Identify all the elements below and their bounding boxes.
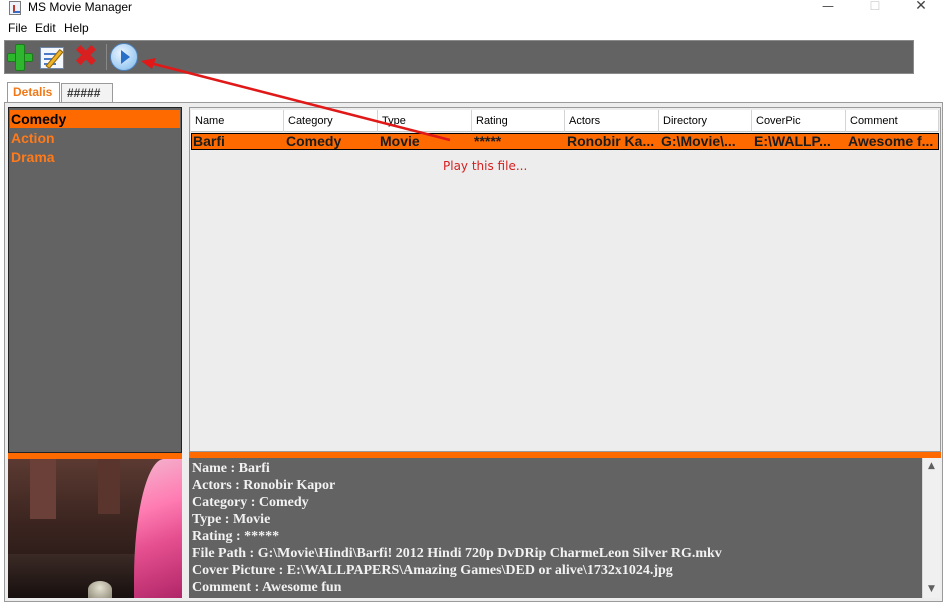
details-panel: Name : Barfi Actors : Ronobir Kapor Cate… [189,458,923,598]
column-header-rating[interactable]: Rating [472,110,565,132]
column-header-directory[interactable]: Directory [659,110,752,132]
cell-directory: G:\Movie\... [661,134,736,149]
detail-file-path: File Path : G:\Movie\Hindi\Barfi! 2012 H… [192,546,722,561]
title-bar: MS Movie Manager — ☐ ✕ [0,0,943,17]
cover-picture [8,459,182,598]
cell-actors: Ronobir Ka... [567,134,655,149]
category-item-action[interactable]: Action [10,129,180,147]
column-header-actors[interactable]: Actors [565,110,659,132]
detail-cover-picture: Cover Picture : E:\WALLPAPERS\Amazing Ga… [192,563,673,578]
java-app-icon [9,1,21,15]
cell-category: Comedy [286,134,342,149]
toolbar: ✖ [4,40,914,74]
detail-actors: Actors : Ronobir Kapor [192,478,336,493]
column-header-name[interactable]: Name [191,110,284,132]
delete-button[interactable]: ✖ [71,42,101,73]
cell-coverpic: E:\WALLP... [754,134,831,149]
table-header: Name Category Type Rating Actors Directo… [191,110,939,132]
detail-comment: Comment : Awesome fun [192,580,342,595]
maximize-button[interactable]: ☐ [852,0,898,14]
column-header-category[interactable]: Category [284,110,378,132]
category-item-comedy[interactable]: Comedy [10,110,180,128]
menu-edit[interactable]: Edit [35,21,56,35]
category-item-drama[interactable]: Drama [10,148,180,166]
tab-detalis[interactable]: Detalis [7,82,60,103]
menu-bar: File Edit Help [4,19,940,38]
menu-help[interactable]: Help [64,21,89,35]
add-button[interactable] [5,42,35,73]
annotation-text: Play this file... [443,159,528,173]
category-list[interactable]: Comedy Action Drama [8,107,182,453]
detail-rating: Rating : ***** [192,529,280,544]
column-header-coverpic[interactable]: CoverPic [752,110,846,132]
scroll-up-icon[interactable]: ▲ [923,458,940,475]
movie-table[interactable]: Name Category Type Rating Actors Directo… [189,107,941,452]
tab-hashes[interactable]: ##### [61,83,113,103]
delete-icon: ✖ [73,39,99,74]
details-scrollbar[interactable]: ▲ ▼ [922,458,940,598]
scroll-down-icon[interactable]: ▼ [923,581,940,598]
edit-button[interactable] [38,42,68,73]
play-button[interactable] [110,42,140,73]
detail-name: Name : Barfi [192,461,270,476]
detail-type: Type : Movie [192,512,271,527]
cell-comment: Awesome f... [848,134,934,149]
menu-file[interactable]: File [8,21,27,35]
column-header-type[interactable]: Type [378,110,472,132]
cell-rating: ***** [474,134,502,149]
minimize-button[interactable]: — [805,0,851,14]
window-title: MS Movie Manager [28,0,133,14]
column-header-comment[interactable]: Comment [846,110,939,132]
cell-name: Barfi [193,134,225,149]
detail-category: Category : Comedy [192,495,309,510]
table-row[interactable]: Barfi Comedy Movie ***** Ronobir Ka... G… [191,133,939,150]
close-button[interactable]: ✕ [898,0,943,14]
toolbar-separator [106,44,107,70]
cell-type: Movie [380,134,420,149]
